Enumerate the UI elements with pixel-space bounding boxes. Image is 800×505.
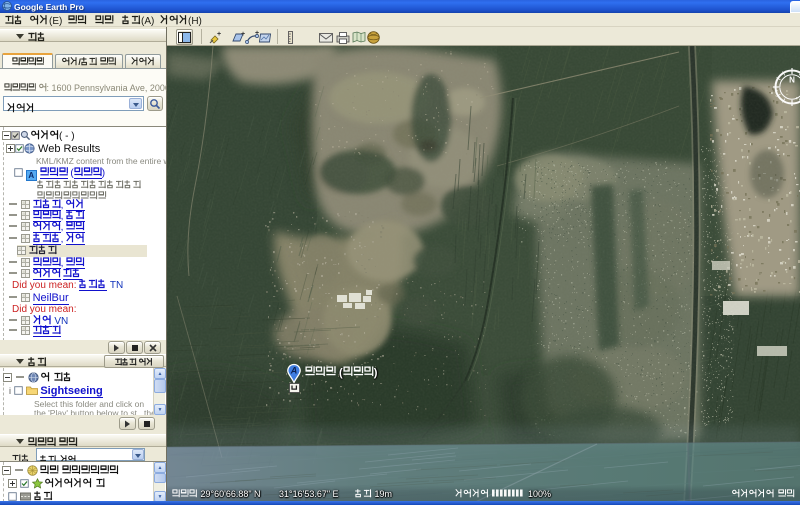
svg-text:+: + — [217, 31, 221, 38]
svg-text:N: N — [789, 76, 795, 85]
svg-text:A: A — [290, 366, 298, 376]
